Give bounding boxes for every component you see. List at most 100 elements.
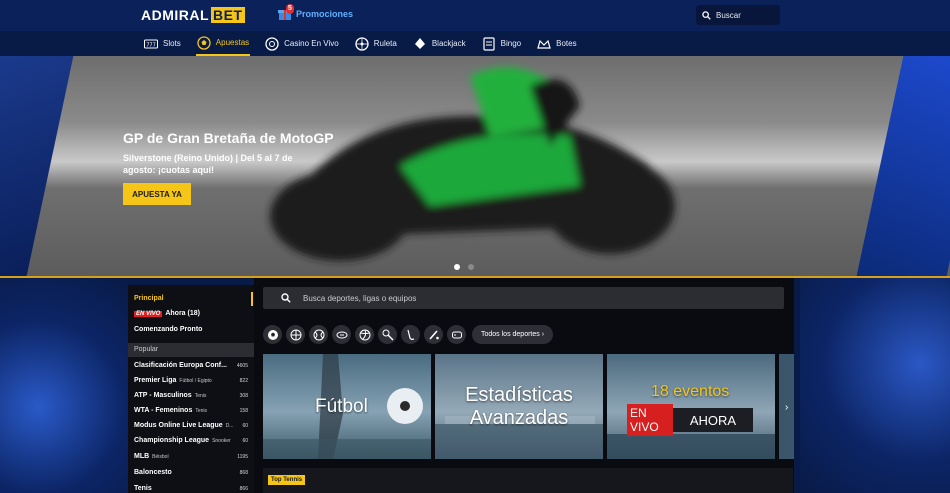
nav-botes-label: Botes xyxy=(556,39,577,48)
advanced-stats-card[interactable]: Estadísticas Avanzadas xyxy=(435,354,603,459)
nav-slots-label: Slots xyxy=(163,39,181,48)
gift-icon: 5 xyxy=(278,4,294,21)
chip-icon xyxy=(265,36,279,51)
tennis-icon[interactable] xyxy=(309,325,328,344)
main-nav: 777 Slots Apuestas Casino En Vivo Ruleta… xyxy=(143,31,578,56)
league-count: 308 xyxy=(239,393,248,399)
nav-blackjack[interactable]: Blackjack xyxy=(412,31,467,56)
league-name: Baloncesto xyxy=(134,469,172,476)
league-item[interactable]: Tenis 866 xyxy=(134,485,248,492)
basketball-icon[interactable] xyxy=(286,325,305,344)
league-item[interactable]: MLB Béisbol 1195 xyxy=(134,453,248,460)
league-count: 60 xyxy=(242,423,248,429)
promotions-label: Promociones xyxy=(296,9,354,19)
table-tennis-icon[interactable] xyxy=(378,325,397,344)
soccer-icon[interactable] xyxy=(263,325,282,344)
background-glow-left xyxy=(0,278,128,493)
sport-icons-row: Todos los deportes › xyxy=(263,325,554,344)
league-count: 822 xyxy=(239,378,248,384)
promotions-link[interactable]: 5 Promociones xyxy=(278,4,354,21)
logo-text-right: BET xyxy=(211,7,245,23)
cricket-icon[interactable] xyxy=(424,325,443,344)
motorcycle-image xyxy=(270,67,675,261)
sports-search-placeholder: Busca deportes, ligas o equipos xyxy=(303,293,417,303)
search-icon xyxy=(702,10,711,20)
header-search[interactable]: Buscar xyxy=(696,5,780,25)
live-label: EN VIVO xyxy=(627,404,673,436)
league-count: 866 xyxy=(239,486,248,492)
svg-text:777: 777 xyxy=(146,42,156,48)
logo-text-left: ADMIRAL xyxy=(141,7,210,23)
live-events-card[interactable]: 18 eventos EN VIVO AHORA xyxy=(607,354,775,459)
sports-main: Busca deportes, ligas o equipos Todos lo… xyxy=(254,278,794,493)
league-count: 4605 xyxy=(236,363,248,369)
nav-apuestas[interactable]: Apuestas xyxy=(195,31,251,56)
volleyball-icon[interactable] xyxy=(355,325,374,344)
league-name: Championship League xyxy=(134,437,210,444)
league-name: Modus Online Live League xyxy=(134,422,223,429)
top-tennis-section: Top Tennis xyxy=(263,468,793,493)
ice-hockey-icon[interactable] xyxy=(401,325,420,344)
nav-casino-label: Casino En Vivo xyxy=(284,39,339,48)
all-sports-button[interactable]: Todos los deportes › xyxy=(472,325,554,344)
league-name: ATP - Masculinos xyxy=(134,392,192,399)
cards-icon xyxy=(414,37,425,49)
sidebar-item-starting-soon[interactable]: Comenzando Pronto xyxy=(134,326,202,333)
league-count: 1195 xyxy=(237,454,248,460)
carousel-dot-1[interactable] xyxy=(454,264,460,270)
league-sub: D... xyxy=(225,423,234,429)
hero-decoration-right xyxy=(856,56,950,276)
league-item[interactable]: Baloncesto 868 xyxy=(134,469,248,476)
league-name: Premier Liga xyxy=(134,377,177,384)
top-tennis-tab[interactable]: Top Tennis xyxy=(268,475,306,485)
league-item[interactable]: Championship League Snooker 60 xyxy=(134,437,248,444)
background-glow-right xyxy=(800,278,950,493)
sidebar-item-live[interactable]: EN VIVO Ahora (18) xyxy=(134,310,200,317)
league-item[interactable]: Modus Online Live League D... 60 xyxy=(134,422,248,429)
sports-search-input[interactable]: Busca deportes, ligas o equipos xyxy=(263,287,784,309)
chevron-right-icon[interactable]: › xyxy=(785,402,788,413)
sports-sidebar: Principal EN VIVO Ahora (18) Comenzando P… xyxy=(128,285,254,493)
bet-now-button[interactable]: APUESTA YA xyxy=(123,183,191,205)
hero-decoration-left xyxy=(0,56,74,276)
league-name: Clasificación Europa Conf... xyxy=(134,362,227,369)
search-icon xyxy=(281,293,291,303)
nav-ruleta[interactable]: Ruleta xyxy=(354,31,398,56)
hero-banner[interactable]: GP de Gran Bretaña de MotoGP Silverstone… xyxy=(0,56,950,276)
league-item[interactable]: WTA - Femeninos Tenis 158 xyxy=(134,407,248,414)
nav-bingo-label: Bingo xyxy=(500,39,522,48)
nav-bingo[interactable]: Bingo xyxy=(481,31,522,56)
slots-icon: 777 xyxy=(144,39,158,48)
league-count: 868 xyxy=(239,470,248,476)
sidebar-item-principal[interactable]: Principal xyxy=(134,295,164,302)
football-card[interactable]: Fútbol xyxy=(263,354,431,459)
league-sub: Béisbol xyxy=(152,454,169,460)
esports-icon[interactable] xyxy=(447,325,466,344)
league-count: 60 xyxy=(242,438,248,444)
nav-blackjack-label: Blackjack xyxy=(431,39,466,48)
sidebar-live-label: Ahora (18) xyxy=(165,310,200,317)
top-bar: ADMIRAL BET 5 Promociones Buscar xyxy=(0,0,950,31)
league-sub: Fútbol / Egipto xyxy=(179,378,212,384)
league-sub: Tenis xyxy=(195,408,208,414)
jackpot-icon xyxy=(537,39,551,49)
league-item[interactable]: Premier Liga Fútbol / Egipto 822 xyxy=(134,377,248,384)
league-item[interactable]: ATP - Masculinos Tenis 308 xyxy=(134,392,248,399)
league-sub: Tenis xyxy=(194,393,207,399)
football-card-title: Fútbol xyxy=(315,396,368,417)
league-name: WTA - Femeninos xyxy=(134,407,193,414)
chevron-right-icon: › xyxy=(541,331,545,338)
league-sub: Snooker xyxy=(212,438,231,444)
search-label: Buscar xyxy=(716,10,741,20)
live-events-count: 18 eventos xyxy=(651,383,730,400)
nav-casino-en-vivo[interactable]: Casino En Vivo xyxy=(264,31,340,56)
league-item[interactable]: Clasificación Europa Conf... 4605 xyxy=(134,362,248,369)
advanced-stats-title: Estadísticas Avanzadas xyxy=(465,384,573,429)
admiral-bet-logo[interactable]: ADMIRAL BET xyxy=(141,7,245,23)
now-label: AHORA xyxy=(673,408,753,432)
nav-botes[interactable]: Botes xyxy=(536,31,577,56)
nav-slots[interactable]: 777 Slots xyxy=(143,31,182,56)
league-name: MLB xyxy=(134,453,150,460)
carousel-dot-2[interactable] xyxy=(468,264,474,270)
football-icon[interactable] xyxy=(332,325,351,344)
